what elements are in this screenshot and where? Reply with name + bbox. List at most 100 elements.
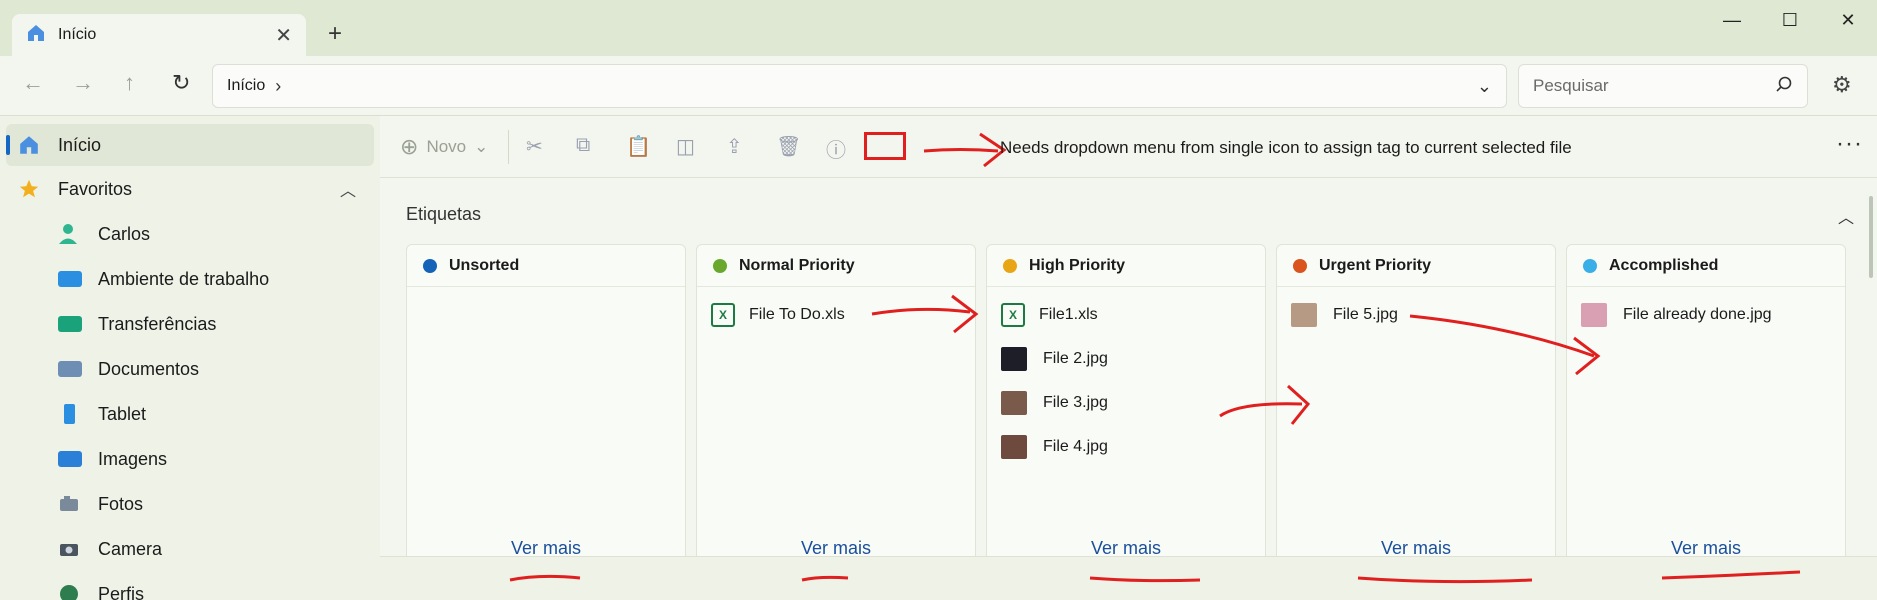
sidebar-item-inicio[interactable]: Início [6, 124, 374, 166]
file-item[interactable]: File 3.jpg [1001, 391, 1108, 415]
sidebar-item-label: Documentos [98, 358, 200, 379]
tag-card-unsorted: Unsorted Ver mais [406, 244, 686, 564]
sidebar-item-label: Fotos [98, 493, 144, 514]
user-icon [58, 223, 82, 245]
card-header[interactable]: Accomplished [1567, 245, 1845, 287]
sidebar-item-label: Início [58, 134, 102, 155]
sidebar-item-ambiente-de-trabalho[interactable]: Ambiente de trabalho [6, 258, 374, 300]
profile-icon [58, 583, 82, 600]
maximize-button[interactable]: ☐ [1761, 6, 1819, 34]
close-window-button[interactable]: ✕ [1819, 6, 1877, 34]
main-content: ⊕ Novo ⌄ ✂ ⧉ 📋 ◫ ⇪ 🗑 ⓘ Needs dropdown me… [380, 116, 1877, 600]
active-indicator [6, 135, 10, 155]
image-thumbnail [1581, 303, 1607, 327]
sidebar: Início Favoritos ︿ Carlos Ambiente de tr… [0, 116, 380, 600]
sidebar-item-label: Transferências [98, 313, 217, 334]
file-item[interactable]: File 2.jpg [1001, 347, 1108, 371]
status-bar [380, 556, 1877, 600]
tag-card-normal-priority: Normal Priority X File To Do.xls Ver mai… [696, 244, 976, 564]
chevron-down-icon[interactable]: ⌄ [1477, 76, 1492, 97]
share-icon[interactable]: ⇪ [726, 134, 743, 159]
back-icon[interactable]: ← [22, 70, 44, 96]
file-item[interactable]: File 5.jpg [1291, 303, 1398, 327]
card-header[interactable]: Urgent Priority [1277, 245, 1555, 287]
chevron-up-icon[interactable]: ︿ [1838, 204, 1854, 228]
sidebar-item-label: Carlos [98, 223, 151, 244]
desktop-folder-icon [58, 271, 82, 287]
rename-icon[interactable]: ◫ [676, 134, 695, 159]
card-header[interactable]: Unsorted [407, 245, 685, 287]
navigation-bar: ← → ↑ ↻ Início › ⌄ Pesquisar ⚙ [0, 56, 1877, 116]
search-box[interactable]: Pesquisar [1518, 64, 1808, 108]
tag-card-high-priority: High Priority X File1.xls File 2.jpg Fil… [986, 244, 1266, 564]
forward-icon[interactable]: → [72, 70, 94, 96]
new-button[interactable]: ⊕ Novo ⌄ [400, 134, 488, 160]
downloads-folder-icon [58, 316, 82, 332]
annotation-note: Needs dropdown menu from single icon to … [1000, 138, 1572, 157]
address-bar[interactable]: Início › ⌄ [212, 64, 1507, 108]
gear-icon[interactable]: ⚙ [1832, 72, 1852, 98]
file-item[interactable]: File 4.jpg [1001, 435, 1108, 459]
sidebar-item-tablet[interactable]: Tablet [6, 393, 374, 435]
card-header[interactable]: Normal Priority [697, 245, 975, 287]
search-input[interactable]: Pesquisar [1533, 76, 1609, 96]
image-thumbnail [1001, 347, 1027, 371]
file-name: File already done.jpg [1623, 306, 1772, 323]
sidebar-item-camera[interactable]: Camera [6, 528, 374, 570]
new-tab-button[interactable]: + [328, 20, 342, 48]
cut-icon[interactable]: ✂ [526, 134, 543, 159]
paste-icon[interactable]: 📋 [626, 134, 651, 159]
home-icon [26, 23, 46, 48]
file-item[interactable]: X File To Do.xls [711, 303, 845, 327]
file-item[interactable]: X File1.xls [1001, 303, 1098, 327]
tag-icon-placeholder-box[interactable] [864, 132, 906, 160]
excel-file-icon: X [1001, 303, 1025, 327]
card-title: Accomplished [1609, 256, 1719, 274]
image-thumbnail [1001, 391, 1027, 415]
card-header[interactable]: High Priority [987, 245, 1265, 287]
file-name: File 3.jpg [1043, 394, 1108, 411]
file-name: File To Do.xls [749, 306, 845, 323]
tag-color-dot [1583, 258, 1597, 273]
minimize-button[interactable]: — [1703, 6, 1761, 34]
documents-folder-icon [58, 361, 82, 377]
plus-circle-icon: ⊕ [400, 134, 419, 159]
file-name: File1.xls [1039, 306, 1098, 323]
tag-color-dot [1003, 258, 1017, 273]
tab-label: Início [58, 26, 97, 43]
breadcrumb-inicio[interactable]: Início [227, 77, 265, 95]
tag-color-dot [1293, 258, 1307, 273]
sidebar-item-label: Perfis [98, 583, 145, 600]
scrollbar[interactable] [1869, 196, 1873, 278]
card-title: High Priority [1029, 256, 1126, 274]
tag-card-accomplished: Accomplished File already done.jpg Ver m… [1566, 244, 1846, 564]
info-icon[interactable]: ⓘ [826, 134, 846, 163]
file-item[interactable]: File already done.jpg [1581, 303, 1772, 327]
card-title: Normal Priority [739, 256, 855, 274]
card-title: Unsorted [449, 256, 520, 274]
sidebar-item-favoritos[interactable]: Favoritos ︿ [6, 168, 374, 210]
close-tab-icon[interactable]: ✕ [275, 23, 292, 48]
chevron-down-icon: ⌄ [474, 137, 489, 156]
pictures-folder-icon [58, 451, 82, 467]
sidebar-item-perfis[interactable]: Perfis [6, 573, 374, 600]
more-options-icon[interactable]: ··· [1836, 130, 1863, 158]
image-thumbnail [1291, 303, 1317, 327]
up-icon[interactable]: ↑ [124, 70, 135, 96]
sidebar-item-carlos[interactable]: Carlos [6, 213, 374, 255]
tab-inicio[interactable]: Início ✕ [12, 14, 306, 56]
file-name: File 2.jpg [1043, 350, 1108, 367]
search-icon[interactable] [1775, 75, 1793, 98]
chevron-up-icon[interactable]: ︿ [340, 177, 356, 201]
copy-icon[interactable]: ⧉ [576, 134, 590, 157]
sidebar-item-imagens[interactable]: Imagens [6, 438, 374, 480]
refresh-icon[interactable]: ↻ [172, 70, 190, 96]
sidebar-item-documentos[interactable]: Documentos [6, 348, 374, 390]
delete-icon[interactable]: 🗑 [776, 134, 801, 159]
tag-card-urgent-priority: Urgent Priority File 5.jpg Ver mais [1276, 244, 1556, 564]
tag-color-dot [713, 258, 727, 273]
sidebar-item-transferencias[interactable]: Transferências [6, 303, 374, 345]
sidebar-item-fotos[interactable]: Fotos [6, 483, 374, 525]
chevron-right-icon[interactable]: › [275, 76, 281, 97]
excel-file-icon: X [711, 303, 735, 327]
